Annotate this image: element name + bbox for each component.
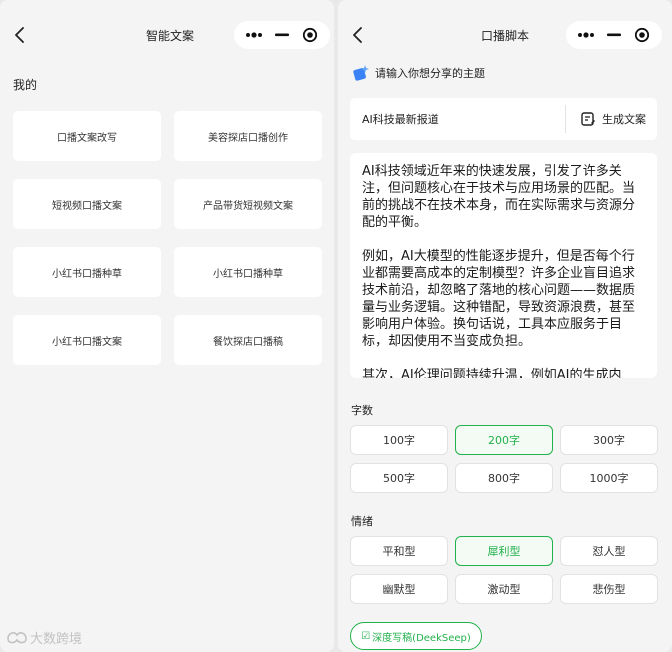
mini-program-capsule bbox=[234, 21, 330, 49]
mood-option-excited[interactable]: 激动型 bbox=[455, 574, 553, 604]
divider bbox=[565, 105, 566, 133]
generate-doc-icon bbox=[581, 112, 595, 126]
card-xiaohongshu-copy[interactable]: 小红书口播文案 bbox=[13, 315, 161, 365]
card-copy-rewrite[interactable]: 口播文案改写 bbox=[13, 111, 161, 161]
card-short-video-script[interactable]: 短视频口播文案 bbox=[13, 179, 161, 229]
card-beauty-shop-script[interactable]: 美容探店口播创作 bbox=[174, 111, 322, 161]
page-title: 智能文案 bbox=[146, 29, 195, 43]
mini-program-capsule bbox=[566, 21, 662, 49]
left-header: 智能文案 bbox=[0, 0, 334, 70]
smart-copy-panel: 智能文案 我的 口播文案改写 美容探店口播创作 短视频口播文案 产品带货短视频文… bbox=[0, 0, 334, 652]
word-count-label: 字数 bbox=[351, 404, 373, 417]
mood-option-sad[interactable]: 悲伤型 bbox=[560, 574, 658, 604]
topic-prompt: 请输入你想分享的主题 bbox=[352, 63, 485, 83]
topic-input-box: AI科技最新报道 生成文案 bbox=[350, 98, 657, 140]
topic-prompt-text: 请输入你想分享的主题 bbox=[375, 67, 485, 80]
word-count-option-1000[interactable]: 1000字 bbox=[560, 463, 658, 493]
more-icon[interactable] bbox=[574, 23, 598, 47]
minimize-icon[interactable] bbox=[270, 23, 294, 47]
mood-option-calm[interactable]: 平和型 bbox=[350, 536, 448, 566]
deep-writing-label: 深度写稿(DeekSeep) bbox=[372, 632, 471, 644]
close-circle-icon[interactable] bbox=[298, 23, 322, 47]
word-count-option-800[interactable]: 800字 bbox=[455, 463, 553, 493]
card-product-video-copy[interactable]: 产品带货短视频文案 bbox=[174, 179, 322, 229]
sparkle-icon bbox=[353, 65, 369, 81]
mood-label: 情绪 bbox=[351, 515, 373, 528]
generated-article[interactable]: AI科技领域近年来的快速发展，引发了许多关注，但问题核心在于技术与应用场景的匹配… bbox=[350, 153, 657, 378]
topic-input[interactable]: AI科技最新报道 bbox=[362, 111, 439, 127]
mood-option-sharp[interactable]: 犀利型 bbox=[455, 536, 553, 566]
deep-writing-toggle[interactable]: ☑ 深度写稿(DeekSeep) bbox=[350, 622, 482, 650]
page-title: 口播脚本 bbox=[481, 29, 530, 43]
article-paragraph: 其次，AI伦理问题持续升温，例如AI的生成内 bbox=[362, 368, 622, 378]
generate-copy-label: 生成文案 bbox=[602, 113, 646, 126]
mood-option-roast[interactable]: 怼人型 bbox=[560, 536, 658, 566]
card-xiaohongshu-seeding-1[interactable]: 小红书口播种草 bbox=[13, 247, 161, 297]
article-paragraph: 例如，AI大模型的性能逐步提升，但是否每个行业都需要高成本的定制模型？许多企业盲… bbox=[362, 249, 636, 349]
word-count-option-300[interactable]: 300字 bbox=[560, 425, 658, 455]
generate-copy-button[interactable]: 生成文案 bbox=[570, 98, 656, 140]
article-paragraph: AI科技领域近年来的快速发展，引发了许多关注，但问题核心在于技术与应用场景的匹配… bbox=[362, 164, 636, 230]
back-icon[interactable] bbox=[12, 26, 28, 44]
article-content: AI科技领域近年来的快速发展，引发了许多关注，但问题核心在于技术与应用场景的匹配… bbox=[362, 163, 645, 378]
voice-script-panel: 口播脚本 请输入你想分享的主题 AI科技最新报道 生成文案 AI科技领域近年来的… bbox=[338, 0, 672, 652]
card-xiaohongshu-seeding-2[interactable]: 小红书口播种草 bbox=[174, 247, 322, 297]
close-circle-icon[interactable] bbox=[630, 23, 654, 47]
watermark-logo-icon bbox=[7, 632, 27, 644]
mood-option-humor[interactable]: 幽默型 bbox=[350, 574, 448, 604]
word-count-option-500[interactable]: 500字 bbox=[350, 463, 448, 493]
watermark: 大数跨境 bbox=[6, 628, 83, 647]
word-count-option-100[interactable]: 100字 bbox=[350, 425, 448, 455]
section-label-mine: 我的 bbox=[13, 78, 38, 92]
right-header: 口播脚本 bbox=[338, 0, 672, 70]
back-icon[interactable] bbox=[350, 26, 366, 44]
card-restaurant-script[interactable]: 餐饮探店口播稿 bbox=[174, 315, 322, 365]
watermark-text: 大数跨境 bbox=[30, 631, 83, 647]
minimize-icon[interactable] bbox=[602, 23, 626, 47]
check-box-icon: ☑ bbox=[361, 630, 371, 642]
more-icon[interactable] bbox=[242, 23, 266, 47]
word-count-option-200[interactable]: 200字 bbox=[455, 425, 553, 455]
